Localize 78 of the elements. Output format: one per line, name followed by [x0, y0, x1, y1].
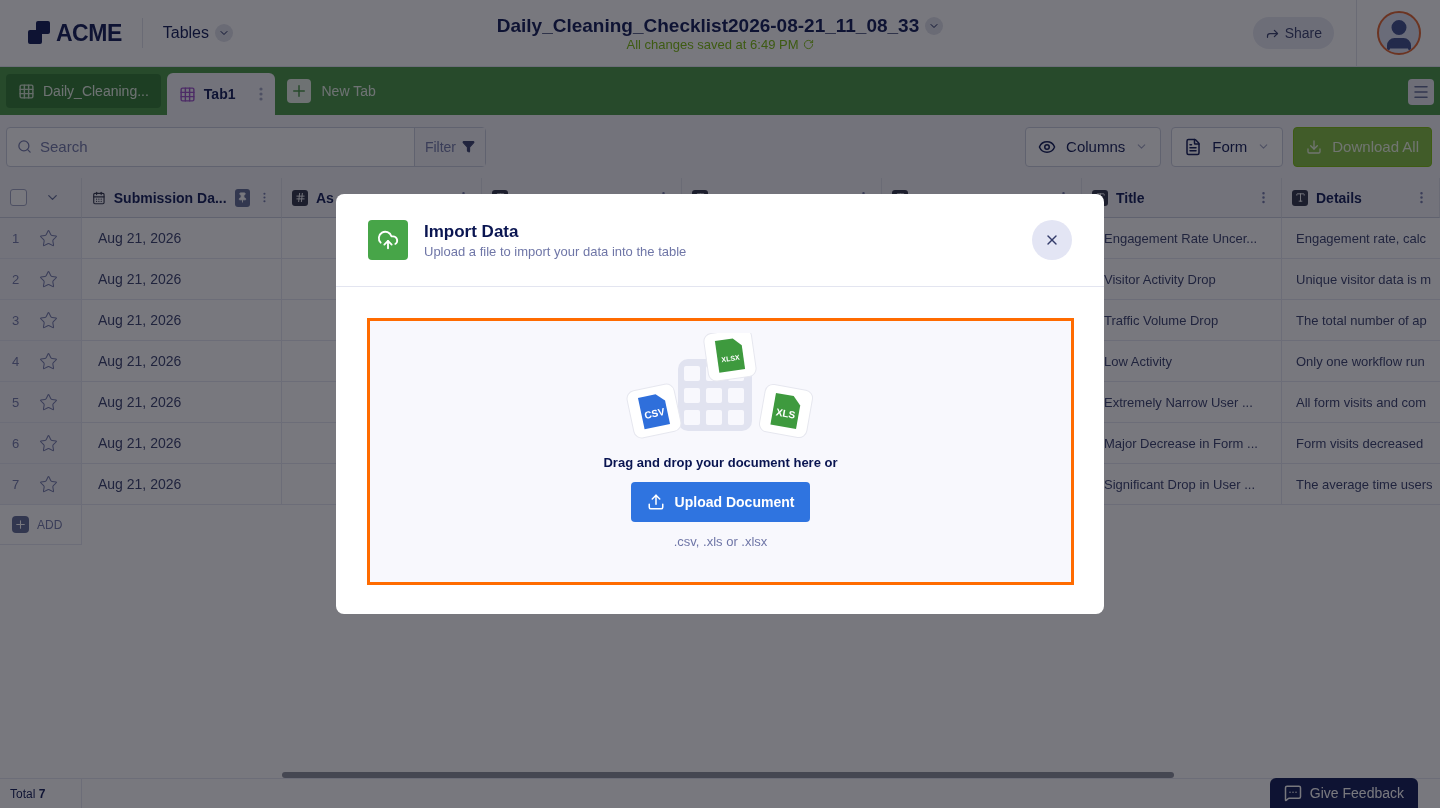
- new-tab-button[interactable]: New Tab: [281, 74, 382, 108]
- table-cell: The total number of ap: [1282, 300, 1440, 341]
- avatar-icon[interactable]: [1376, 11, 1421, 55]
- document-title: Daily_Cleaning_Checklist2026-08-21_11_08_33: [496, 14, 920, 37]
- columns-button[interactable]: Columns: [1025, 126, 1162, 167]
- chat-icon: [1283, 784, 1302, 802]
- scrollbar[interactable]: [282, 772, 1174, 778]
- star-icon[interactable]: [39, 228, 59, 248]
- file-formats: .csv, .xls or .xlsx: [673, 534, 768, 549]
- form-button[interactable]: Form: [1171, 126, 1284, 167]
- filter-icon: [462, 140, 475, 153]
- total-count: Total 7: [0, 779, 82, 808]
- select-all-checkbox[interactable]: [10, 189, 27, 206]
- file-type-icon: CSV: [625, 382, 683, 440]
- filter-button[interactable]: Filter: [413, 127, 485, 166]
- upload-icon: [646, 493, 665, 511]
- table-icon: [178, 85, 196, 103]
- logo-icon: [26, 20, 52, 46]
- table-tab[interactable]: Daily_Cleaning...: [6, 74, 161, 108]
- acme-logo[interactable]: ACME: [26, 18, 143, 48]
- dialog-title: Import Data: [424, 221, 520, 242]
- share-button[interactable]: Share: [1252, 17, 1334, 49]
- column-header[interactable]: As: [316, 189, 334, 206]
- search-field[interactable]: Search Filter: [6, 126, 486, 167]
- cloud-upload-icon: [368, 220, 408, 260]
- add-row-button[interactable]: ADD: [12, 516, 63, 533]
- table-cell: Unique visitor data is m: [1282, 259, 1440, 300]
- table-cell: Aug 21, 2026: [82, 464, 282, 505]
- table-cell: Only one workflow run: [1282, 341, 1440, 382]
- more-icon: [259, 87, 264, 101]
- table-cell: Aug 21, 2026: [82, 259, 282, 300]
- table-cell: Aug 21, 2026: [82, 218, 282, 259]
- column-header[interactable]: Details: [1316, 189, 1362, 206]
- row-number: 4: [12, 353, 20, 369]
- star-icon[interactable]: [39, 474, 59, 494]
- chevron-down-icon[interactable]: [925, 16, 944, 35]
- row-number: 6: [12, 435, 20, 451]
- table-cell: Engagement rate, calc: [1282, 218, 1440, 259]
- table-tab[interactable]: Tab1: [166, 73, 276, 115]
- table-cell: All form visits and com: [1282, 382, 1440, 423]
- give-feedback-button[interactable]: Give Feedback: [1269, 778, 1418, 808]
- table-cell: Aug 21, 2026: [82, 423, 282, 464]
- table-cell: Aug 21, 2026: [82, 382, 282, 423]
- star-icon[interactable]: [39, 433, 59, 453]
- menu-icon[interactable]: [1408, 79, 1434, 105]
- search-icon: [17, 139, 32, 154]
- table-cell: Form visits decreased: [1282, 423, 1440, 464]
- row-number: 2: [12, 271, 20, 287]
- table-cell: The average time users: [1282, 464, 1440, 505]
- column-header[interactable]: Title: [1116, 189, 1145, 206]
- pin-icon[interactable]: [234, 188, 251, 207]
- download-icon: [1306, 138, 1323, 155]
- close-button[interactable]: [1032, 220, 1072, 260]
- chevron-down-icon[interactable]: [215, 24, 233, 42]
- plus-icon: [12, 516, 29, 533]
- upload-document-button[interactable]: Upload Document: [630, 482, 811, 522]
- star-icon[interactable]: [39, 269, 59, 289]
- row-number: 1: [12, 230, 20, 246]
- calendar-icon: [92, 189, 106, 206]
- file-type-icon: XLS: [757, 382, 814, 440]
- document-icon: [1184, 137, 1203, 156]
- row-number: 3: [12, 312, 20, 328]
- section-label: Tables: [162, 24, 209, 42]
- star-icon[interactable]: [39, 310, 59, 330]
- star-icon[interactable]: [39, 351, 59, 371]
- number-type-icon: [292, 189, 308, 206]
- table-icon: [18, 82, 35, 100]
- row-number: 5: [12, 394, 20, 410]
- star-icon[interactable]: [39, 392, 59, 412]
- table-cell: Aug 21, 2026: [82, 341, 282, 382]
- save-status: All changes saved at 6:49 PM: [626, 36, 799, 52]
- row-number: 7: [12, 476, 20, 492]
- text-type-icon: [1292, 189, 1308, 206]
- dialog-subtitle: Upload a file to import your data into the table: [424, 243, 688, 259]
- drop-prompt: Drag and drop your document here or: [603, 455, 838, 470]
- plus-icon: [287, 79, 312, 103]
- table-cell: Aug 21, 2026: [82, 300, 282, 341]
- refresh-icon[interactable]: [802, 38, 814, 50]
